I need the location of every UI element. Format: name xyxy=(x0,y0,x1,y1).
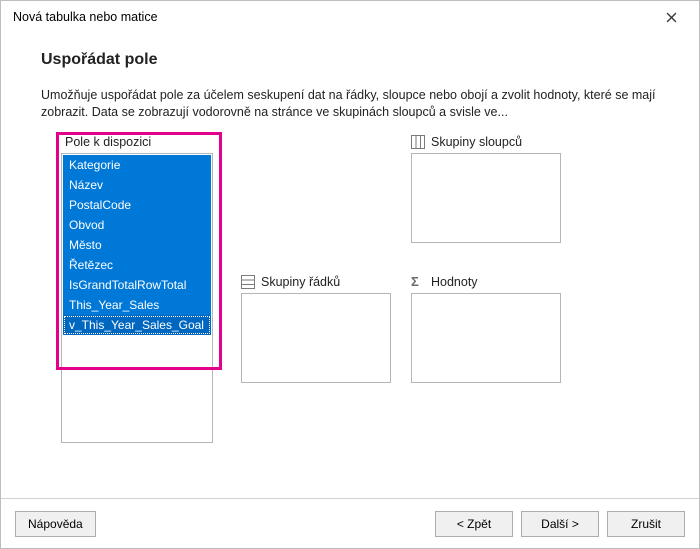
dialog-footer: Nápověda < Zpět Další > Zrušit xyxy=(1,498,699,548)
back-button[interactable]: < Zpět xyxy=(435,511,513,537)
help-button[interactable]: Nápověda xyxy=(15,511,96,537)
dialog-content: Uspořádat pole Umožňuje uspořádat pole z… xyxy=(1,33,699,498)
available-fields-listbox[interactable]: Kategorie Název PostalCode Obvod Město Ř… xyxy=(61,153,213,443)
field-item[interactable]: PostalCode xyxy=(63,195,211,215)
row-groups-label: Skupiny řádků xyxy=(261,275,340,289)
field-item[interactable]: Obvod xyxy=(63,215,211,235)
field-item[interactable]: v_This_Year_Sales_Goal xyxy=(63,315,211,335)
field-item[interactable]: Řetězec xyxy=(63,255,211,275)
page-description: Umožňuje uspořádat pole za účelem seskup… xyxy=(41,87,661,121)
values-dropzone[interactable] xyxy=(411,293,561,383)
field-item[interactable]: Město xyxy=(63,235,211,255)
values-zone: Σ Hodnoty xyxy=(411,275,561,383)
arrange-area: Pole k dispozici Kategorie Název PostalC… xyxy=(41,135,675,455)
values-label: Hodnoty xyxy=(431,275,478,289)
row-groups-icon xyxy=(241,275,255,289)
window-title: Nová tabulka nebo matice xyxy=(13,10,651,24)
dialog-window: Nová tabulka nebo matice Uspořádat pole … xyxy=(0,0,700,549)
page-title: Uspořádat pole xyxy=(41,51,675,69)
column-groups-dropzone[interactable] xyxy=(411,153,561,243)
available-fields-zone: Pole k dispozici Kategorie Název PostalC… xyxy=(61,135,213,443)
row-groups-zone: Skupiny řádků xyxy=(241,275,391,383)
column-groups-zone: Skupiny sloupců xyxy=(411,135,561,243)
field-item[interactable]: IsGrandTotalRowTotal xyxy=(63,275,211,295)
field-item[interactable]: Kategorie xyxy=(63,155,211,175)
next-button[interactable]: Další > xyxy=(521,511,599,537)
row-groups-dropzone[interactable] xyxy=(241,293,391,383)
column-groups-label: Skupiny sloupců xyxy=(431,135,522,149)
cancel-button[interactable]: Zrušit xyxy=(607,511,685,537)
field-item[interactable]: This_Year_Sales xyxy=(63,295,211,315)
titlebar: Nová tabulka nebo matice xyxy=(1,1,699,33)
field-item[interactable]: Název xyxy=(63,175,211,195)
field-list: Kategorie Název PostalCode Obvod Město Ř… xyxy=(62,154,212,336)
close-button[interactable] xyxy=(651,3,691,31)
close-icon xyxy=(666,12,677,23)
available-fields-label: Pole k dispozici xyxy=(65,135,213,149)
column-groups-icon xyxy=(411,135,425,149)
sigma-icon: Σ xyxy=(411,275,425,289)
